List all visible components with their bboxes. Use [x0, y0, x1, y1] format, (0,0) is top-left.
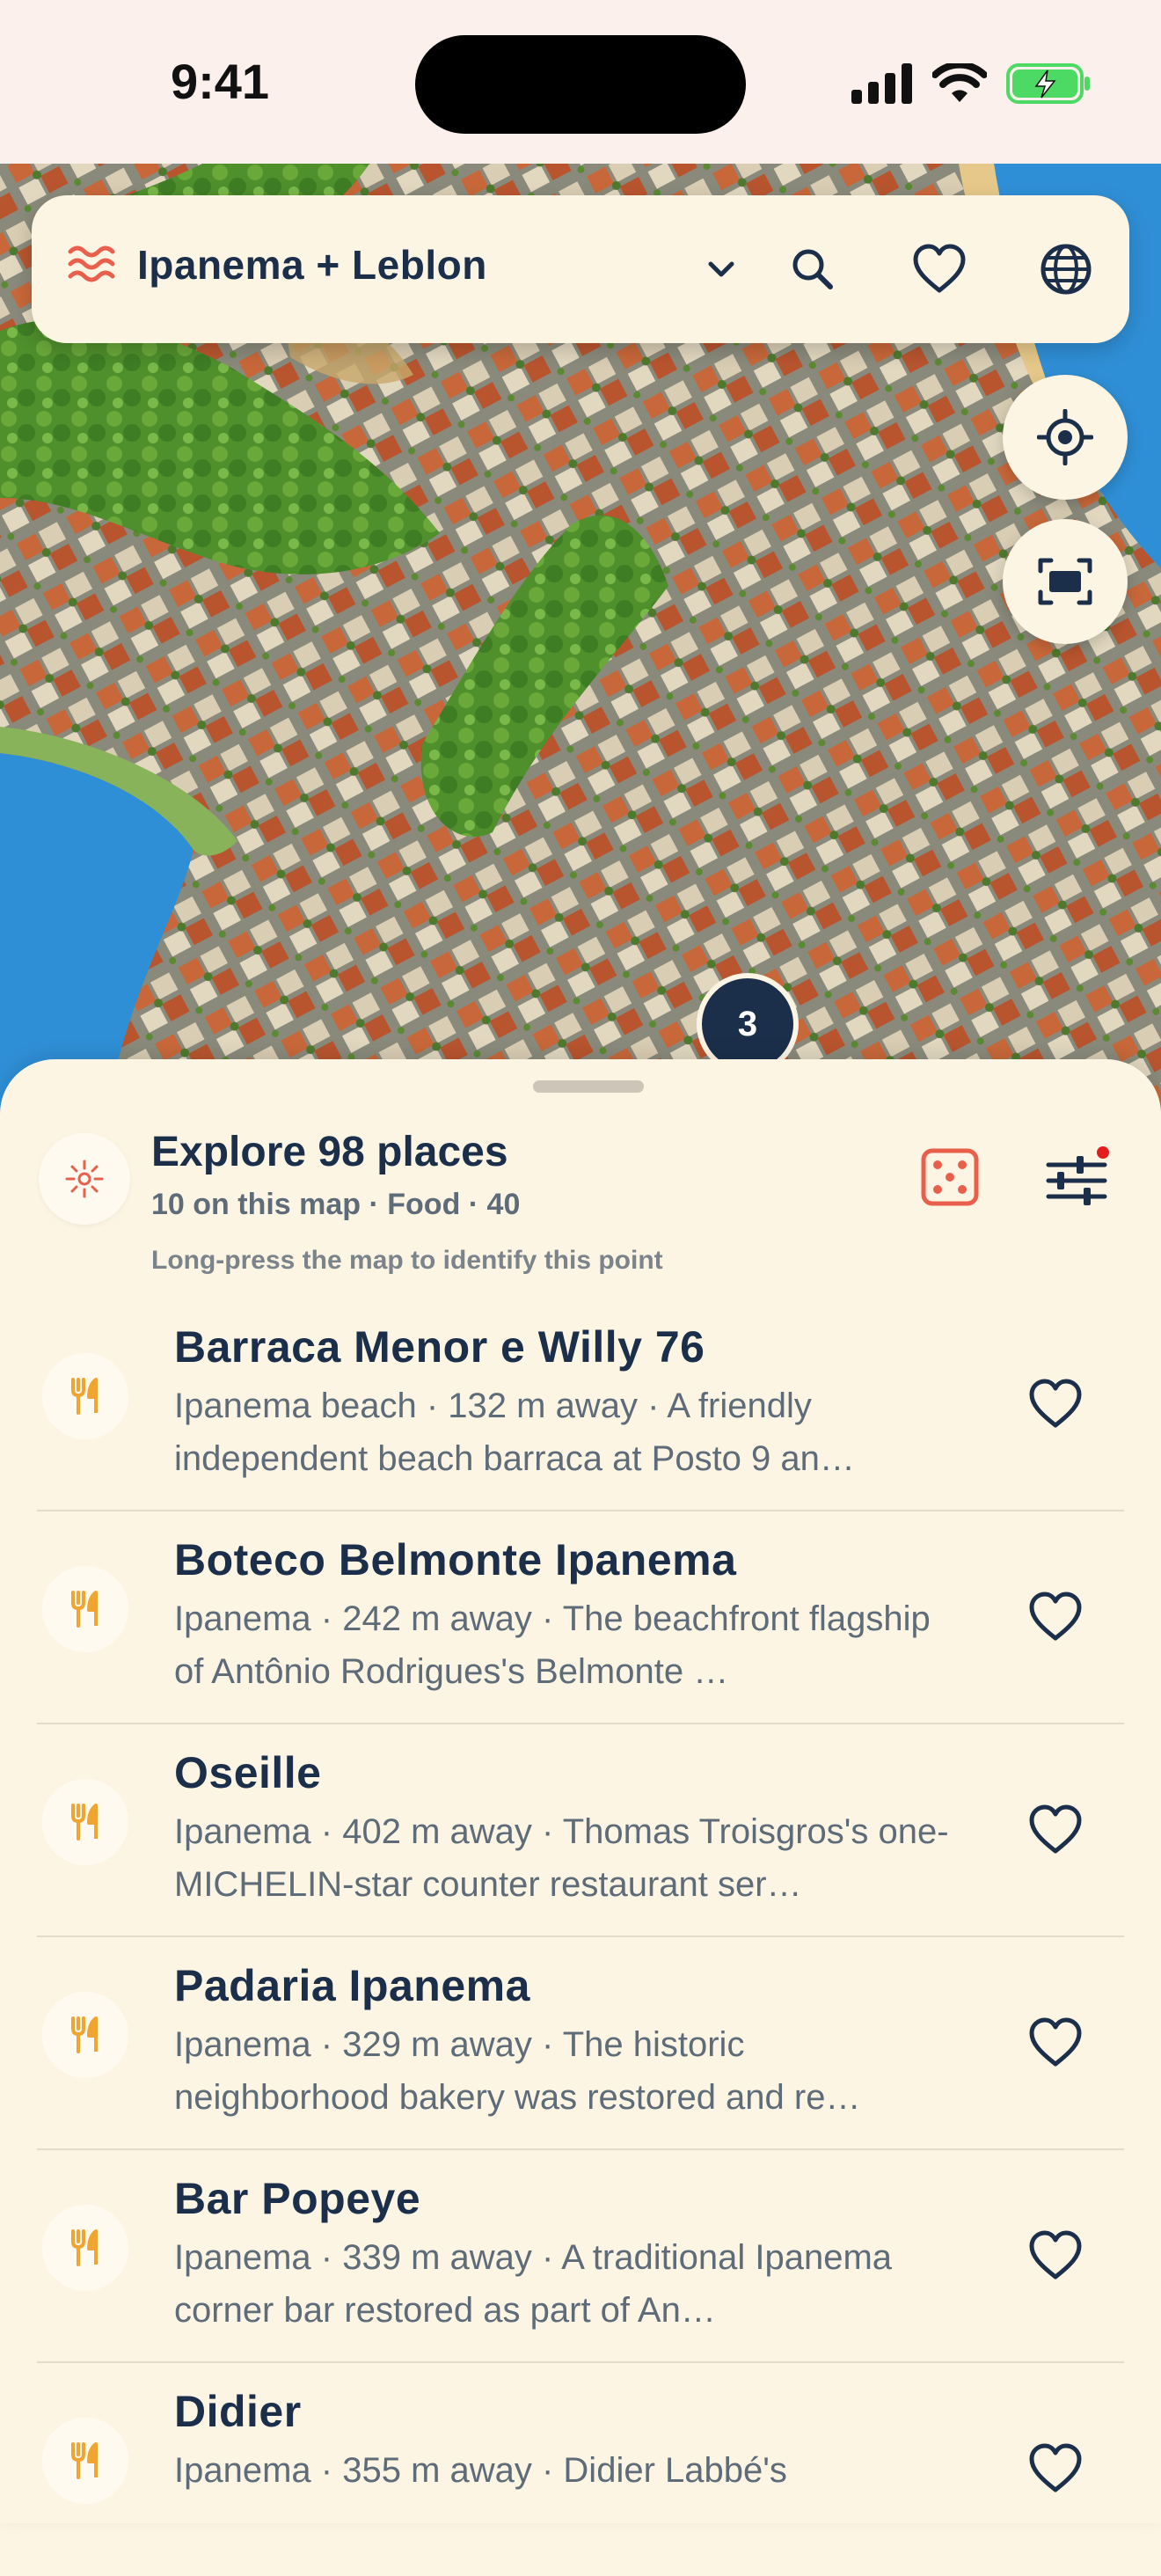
- explore-subtitle: 10 on this map · Food · 40: [151, 1188, 521, 1221]
- heart-icon: [1029, 1592, 1082, 1641]
- chevron-down-icon[interactable]: [702, 250, 741, 289]
- sliders-icon[interactable]: [1041, 1144, 1112, 1214]
- place-description: Ipanema beach · 132 m away · A friendly …: [174, 1387, 855, 1478]
- fit-bounds-button[interactable]: [1003, 519, 1128, 644]
- signal-icon: [851, 63, 912, 104]
- favorites-button[interactable]: [901, 231, 978, 308]
- explore-hint: Long-press the map to identify this poin…: [151, 1246, 663, 1275]
- search-button[interactable]: [774, 231, 851, 308]
- places-bottom-sheet[interactable]: Explore 98 places 10 on this map · Food …: [0, 1059, 1161, 2523]
- fork-knife-icon: [71, 2442, 98, 2479]
- status-bar: 9:41: [0, 0, 1161, 164]
- category-badge: [42, 2205, 128, 2291]
- category-badge: [42, 1566, 128, 1652]
- fork-knife-icon: [71, 2016, 98, 2053]
- battery-icon: [1006, 63, 1090, 104]
- heart-icon: [1029, 2443, 1082, 2492]
- fit-bounds-icon: [1038, 558, 1092, 605]
- favorite-button[interactable]: [1020, 1795, 1091, 1865]
- location-title[interactable]: Ipanema + Leblon: [137, 241, 487, 289]
- list-item[interactable]: Padaria Ipanema Ipanema · 329 m away · T…: [0, 1937, 1161, 2150]
- list-item[interactable]: Didier Ipanema · 355 m away · Didier Lab…: [0, 2363, 1161, 2576]
- place-description: Ipanema · 339 m away · A traditional Ipa…: [174, 2238, 893, 2330]
- favorite-button[interactable]: [1020, 1582, 1091, 1652]
- globe-icon: [1041, 244, 1092, 295]
- fork-knife-icon: [71, 1804, 98, 1841]
- heart-icon: [1029, 1379, 1082, 1428]
- dynamic-island: [415, 35, 746, 134]
- list-item[interactable]: Oseille Ipanema · 402 m away · Thomas Tr…: [0, 1724, 1161, 1937]
- favorite-button[interactable]: [1020, 2433, 1091, 2504]
- favorite-button[interactable]: [1020, 2008, 1091, 2078]
- fork-knife-icon: [71, 1591, 98, 1628]
- wifi-icon: [932, 63, 987, 102]
- place-name: Didier: [174, 2387, 302, 2436]
- category-badge: [42, 1992, 128, 2078]
- list-item[interactable]: Bar Popeye Ipanema · 339 m away · A trad…: [0, 2150, 1161, 2363]
- heart-icon: [1029, 1804, 1082, 1854]
- language-button[interactable]: [1027, 231, 1105, 308]
- place-description: Ipanema · 402 m away · Thomas Troisgros'…: [174, 1812, 949, 1904]
- explore-badge: [39, 1133, 130, 1225]
- list-item[interactable]: Boteco Belmonte Ipanema Ipanema · 242 m …: [0, 1511, 1161, 1724]
- place-name: Padaria Ipanema: [174, 1961, 530, 2010]
- status-time: 9:41: [170, 54, 270, 109]
- place-description: Ipanema · 355 m away · Didier Labbé's: [174, 2451, 787, 2490]
- place-description: Ipanema · 329 m away · The historic neig…: [174, 2025, 861, 2117]
- search-icon: [792, 249, 833, 289]
- dice-icon[interactable]: [920, 1147, 980, 1207]
- heart-icon: [913, 244, 966, 293]
- crosshair-icon: [1037, 409, 1093, 465]
- place-name: Oseille: [174, 1748, 322, 1797]
- location-search-bar[interactable]: Ipanema + Leblon: [32, 195, 1129, 343]
- place-name: Boteco Belmonte Ipanema: [174, 1535, 737, 1584]
- category-badge: [42, 1353, 128, 1439]
- explore-title: Explore 98 places: [151, 1129, 508, 1175]
- category-badge: [42, 1779, 128, 1865]
- fork-knife-icon: [71, 1378, 98, 1415]
- favorite-button[interactable]: [1020, 2221, 1091, 2291]
- category-badge: [42, 2418, 128, 2504]
- fork-knife-icon: [71, 2229, 98, 2266]
- waves-icon: [68, 245, 115, 282]
- place-description: Ipanema · 242 m away · The beachfront fl…: [174, 1599, 931, 1691]
- place-name: Barraca Menor e Willy 76: [174, 1322, 705, 1372]
- favorite-button[interactable]: [1020, 1369, 1091, 1439]
- heart-icon: [1029, 2230, 1082, 2280]
- sheet-grabber[interactable]: [533, 1080, 644, 1093]
- status-icons: [851, 63, 1091, 104]
- locate-me-button[interactable]: [1003, 375, 1128, 500]
- sparkle-icon: [65, 1160, 104, 1198]
- heart-icon: [1029, 2017, 1082, 2067]
- list-item[interactable]: Barraca Menor e Willy 76 Ipanema beach ·…: [0, 1299, 1161, 1511]
- place-name: Bar Popeye: [174, 2174, 421, 2223]
